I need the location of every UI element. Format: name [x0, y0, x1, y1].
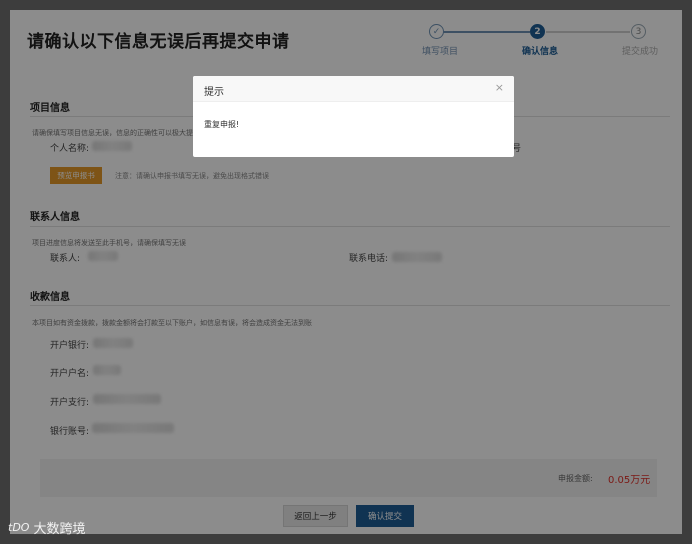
close-icon[interactable]: ×	[495, 81, 504, 94]
watermark: tDO 大数跨境	[8, 518, 85, 537]
dialog-message: 重复申报!	[204, 120, 240, 129]
watermark-logo: tDO	[8, 521, 30, 534]
alert-dialog: 提示 × 重复申报!	[193, 76, 514, 157]
dialog-title: 提示	[204, 87, 224, 98]
watermark-text: 大数跨境	[33, 522, 86, 537]
dialog-header: 提示 ×	[193, 76, 514, 102]
